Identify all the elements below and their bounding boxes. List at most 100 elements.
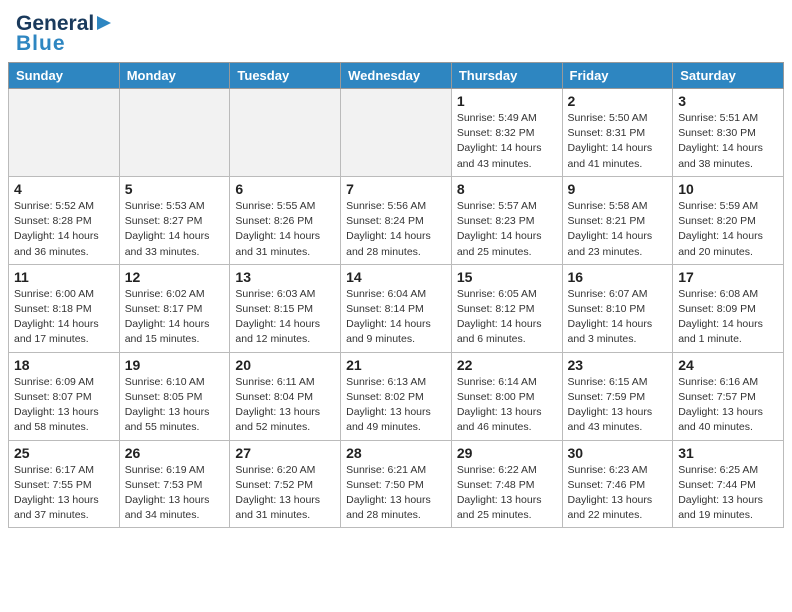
day-info: Sunrise: 6:25 AMSunset: 7:44 PMDaylight:… [678, 463, 778, 524]
day-number: 30 [568, 445, 668, 461]
day-info: Sunrise: 6:19 AMSunset: 7:53 PMDaylight:… [125, 463, 225, 524]
calendar-cell: 22 Sunrise: 6:14 AMSunset: 8:00 PMDayligh… [451, 352, 562, 440]
day-number: 27 [235, 445, 335, 461]
calendar-cell [341, 89, 452, 177]
day-number: 25 [14, 445, 114, 461]
calendar-cell [119, 89, 230, 177]
col-friday: Friday [562, 63, 673, 89]
day-info: Sunrise: 6:08 AMSunset: 8:09 PMDaylight:… [678, 287, 778, 348]
calendar-cell: 1 Sunrise: 5:49 AMSunset: 8:32 PMDaylight… [451, 89, 562, 177]
calendar-cell: 9 Sunrise: 5:58 AMSunset: 8:21 PMDaylight… [562, 176, 673, 264]
calendar-cell: 25 Sunrise: 6:17 AMSunset: 7:55 PMDayligh… [9, 440, 120, 528]
day-number: 31 [678, 445, 778, 461]
col-thursday: Thursday [451, 63, 562, 89]
logo: General Blue [16, 12, 113, 56]
calendar-cell: 29Sunrise: 6:22 AMSunset: 7:48 PMDayligh… [451, 440, 562, 528]
calendar-cell: 27 Sunrise: 6:20 AMSunset: 7:52 PMDayligh… [230, 440, 341, 528]
day-info: Sunrise: 5:57 AMSunset: 8:23 PMDaylight:… [457, 199, 557, 260]
col-tuesday: Tuesday [230, 63, 341, 89]
calendar-cell: 30 Sunrise: 6:23 AMSunset: 7:46 PMDayligh… [562, 440, 673, 528]
day-info: Sunrise: 6:15 AMSunset: 7:59 PMDaylight:… [568, 375, 668, 436]
day-info: Sunrise: 6:07 AMSunset: 8:10 PMDaylight:… [568, 287, 668, 348]
day-info: Sunrise: 5:59 AMSunset: 8:20 PMDaylight:… [678, 199, 778, 260]
calendar-cell: 17 Sunrise: 6:08 AMSunset: 8:09 PMDayligh… [673, 264, 784, 352]
calendar-cell: 3 Sunrise: 5:51 AMSunset: 8:30 PMDaylight… [673, 89, 784, 177]
calendar-cell: 8 Sunrise: 5:57 AMSunset: 8:23 PMDaylight… [451, 176, 562, 264]
col-saturday: Saturday [673, 63, 784, 89]
day-number: 2 [568, 93, 668, 109]
calendar-cell: 7 Sunrise: 5:56 AMSunset: 8:24 PMDaylight… [341, 176, 452, 264]
day-number: 15 [457, 269, 557, 285]
calendar-cell: 23 Sunrise: 6:15 AMSunset: 7:59 PMDayligh… [562, 352, 673, 440]
day-info: Sunrise: 6:21 AMSunset: 7:50 PMDaylight:… [346, 463, 446, 524]
day-info: Sunrise: 5:53 AMSunset: 8:27 PMDaylight:… [125, 199, 225, 260]
calendar-cell: 4Sunrise: 5:52 AMSunset: 8:28 PMDaylight… [9, 176, 120, 264]
day-info: Sunrise: 6:20 AMSunset: 7:52 PMDaylight:… [235, 463, 335, 524]
day-number: 5 [125, 181, 225, 197]
calendar-cell [9, 89, 120, 177]
calendar-cell: 19 Sunrise: 6:10 AMSunset: 8:05 PMDayligh… [119, 352, 230, 440]
day-number: 29 [457, 445, 557, 461]
day-number: 23 [568, 357, 668, 373]
day-info: Sunrise: 6:13 AMSunset: 8:02 PMDaylight:… [346, 375, 446, 436]
calendar-cell: 13Sunrise: 6:03 AMSunset: 8:15 PMDayligh… [230, 264, 341, 352]
day-info: Sunrise: 5:49 AMSunset: 8:32 PMDaylight:… [457, 111, 557, 172]
calendar-cell: 31 Sunrise: 6:25 AMSunset: 7:44 PMDayligh… [673, 440, 784, 528]
calendar-cell: 11 Sunrise: 6:00 AMSunset: 8:18 PMDayligh… [9, 264, 120, 352]
day-info: Sunrise: 6:09 AMSunset: 8:07 PMDaylight:… [14, 375, 114, 436]
logo-arrow-icon [95, 14, 113, 32]
day-info: Sunrise: 6:04 AMSunset: 8:14 PMDaylight:… [346, 287, 446, 348]
day-info: Sunrise: 5:55 AMSunset: 8:26 PMDaylight:… [235, 199, 335, 260]
day-number: 10 [678, 181, 778, 197]
col-sunday: Sunday [9, 63, 120, 89]
day-info: Sunrise: 6:02 AMSunset: 8:17 PMDaylight:… [125, 287, 225, 348]
day-info: Sunrise: 5:58 AMSunset: 8:21 PMDaylight:… [568, 199, 668, 260]
day-info: Sunrise: 6:00 AMSunset: 8:18 PMDaylight:… [14, 287, 114, 348]
col-wednesday: Wednesday [341, 63, 452, 89]
day-info: Sunrise: 6:10 AMSunset: 8:05 PMDaylight:… [125, 375, 225, 436]
day-info: Sunrise: 5:56 AMSunset: 8:24 PMDaylight:… [346, 199, 446, 260]
day-number: 8 [457, 181, 557, 197]
day-number: 19 [125, 357, 225, 373]
day-info: Sunrise: 5:50 AMSunset: 8:31 PMDaylight:… [568, 111, 668, 172]
day-number: 21 [346, 357, 446, 373]
day-number: 11 [14, 269, 114, 285]
day-number: 22 [457, 357, 557, 373]
calendar-cell: 2 Sunrise: 5:50 AMSunset: 8:31 PMDaylight… [562, 89, 673, 177]
day-number: 18 [14, 357, 114, 373]
calendar-cell: 18 Sunrise: 6:09 AMSunset: 8:07 PMDayligh… [9, 352, 120, 440]
calendar-cell: 16 Sunrise: 6:07 AMSunset: 8:10 PMDayligh… [562, 264, 673, 352]
day-number: 26 [125, 445, 225, 461]
day-number: 9 [568, 181, 668, 197]
day-info: Sunrise: 6:11 AMSunset: 8:04 PMDaylight:… [235, 375, 335, 436]
calendar-cell: 21 Sunrise: 6:13 AMSunset: 8:02 PMDayligh… [341, 352, 452, 440]
day-number: 24 [678, 357, 778, 373]
calendar-cell: 20 Sunrise: 6:11 AMSunset: 8:04 PMDayligh… [230, 352, 341, 440]
day-info: Sunrise: 5:51 AMSunset: 8:30 PMDaylight:… [678, 111, 778, 172]
day-number: 28 [346, 445, 446, 461]
day-number: 20 [235, 357, 335, 373]
calendar-cell: 12 Sunrise: 6:02 AMSunset: 8:17 PMDayligh… [119, 264, 230, 352]
day-number: 14 [346, 269, 446, 285]
calendar-cell: 5 Sunrise: 5:53 AMSunset: 8:27 PMDaylight… [119, 176, 230, 264]
calendar-cell: 15 Sunrise: 6:05 AMSunset: 8:12 PMDayligh… [451, 264, 562, 352]
day-number: 16 [568, 269, 668, 285]
calendar-cell: 24 Sunrise: 6:16 AMSunset: 7:57 PMDayligh… [673, 352, 784, 440]
day-number: 3 [678, 93, 778, 109]
day-info: Sunrise: 6:14 AMSunset: 8:00 PMDaylight:… [457, 375, 557, 436]
day-number: 12 [125, 269, 225, 285]
calendar-cell: 6 Sunrise: 5:55 AMSunset: 8:26 PMDaylight… [230, 176, 341, 264]
day-info: Sunrise: 6:23 AMSunset: 7:46 PMDaylight:… [568, 463, 668, 524]
calendar-table: Sunday Monday Tuesday Wednesday Thursday… [8, 62, 784, 528]
day-info: Sunrise: 5:52 AMSunset: 8:28 PMDaylight:… [14, 199, 114, 260]
calendar-cell: 28 Sunrise: 6:21 AMSunset: 7:50 PMDayligh… [341, 440, 452, 528]
day-info: Sunrise: 6:05 AMSunset: 8:12 PMDaylight:… [457, 287, 557, 348]
day-number: 17 [678, 269, 778, 285]
logo-blue-text: Blue [16, 32, 66, 56]
day-number: 7 [346, 181, 446, 197]
day-info: Sunrise: 6:17 AMSunset: 7:55 PMDaylight:… [14, 463, 114, 524]
day-number: 1 [457, 93, 557, 109]
day-number: 13 [235, 269, 335, 285]
day-number: 6 [235, 181, 335, 197]
day-info: Sunrise: 6:16 AMSunset: 7:57 PMDaylight:… [678, 375, 778, 436]
